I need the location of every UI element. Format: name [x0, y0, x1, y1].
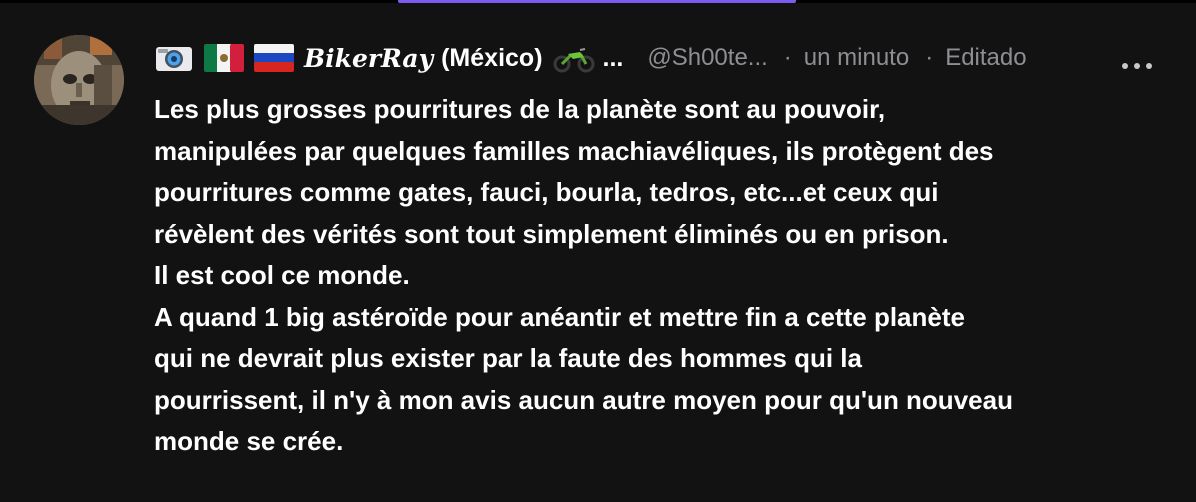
post-body-line: qui ne devrait plus exister par la faute… [154, 343, 862, 373]
post-card: BikerRay (México) ... @Sh00te... · un mi… [0, 3, 1196, 502]
post-timestamp[interactable]: un minuto [804, 44, 909, 72]
camera-icon [154, 44, 194, 72]
name-truncation: ... [602, 43, 624, 72]
more-horizontal-icon [1146, 63, 1152, 69]
post-body-line: pourritures comme gates, fauci, bourla, … [154, 177, 939, 207]
post-body-line: Il est cool ce monde. [154, 260, 410, 290]
author-display-name[interactable]: BikerRay [304, 44, 433, 73]
post-body-line: manipulées par quelques familles machiav… [154, 135, 994, 166]
more-horizontal-icon [1122, 63, 1128, 69]
avatar[interactable] [34, 35, 124, 125]
post-body-line: révèlent des vérités sont tout simplemen… [154, 218, 949, 249]
avatar-image [34, 35, 124, 125]
post-body-line: Les plus grosses pourritures de la planè… [154, 94, 886, 124]
edited-label[interactable]: Editado [945, 44, 1026, 72]
more-options-button[interactable] [1114, 53, 1160, 79]
author-handle[interactable]: @Sh00te... [647, 44, 767, 72]
meta-separator: · [925, 44, 934, 71]
post-body-line: A quand 1 big astéroïde pour anéantir et… [154, 301, 965, 332]
author-country[interactable]: (México) [441, 44, 542, 73]
post-body-line: monde se crée. [154, 426, 344, 456]
motorcycle-icon [553, 43, 595, 73]
post-body: Les plus grosses pourritures de la planè… [154, 89, 1164, 463]
russia-flag-icon [254, 44, 294, 72]
more-horizontal-icon [1134, 63, 1140, 69]
post-body-line: pourrissent, il n'y à mon avis aucun aut… [154, 384, 1013, 415]
mexico-flag-icon [204, 44, 244, 72]
post-header: BikerRay (México) ... @Sh00te... · un mi… [154, 41, 1027, 75]
meta-separator: · [783, 44, 792, 71]
